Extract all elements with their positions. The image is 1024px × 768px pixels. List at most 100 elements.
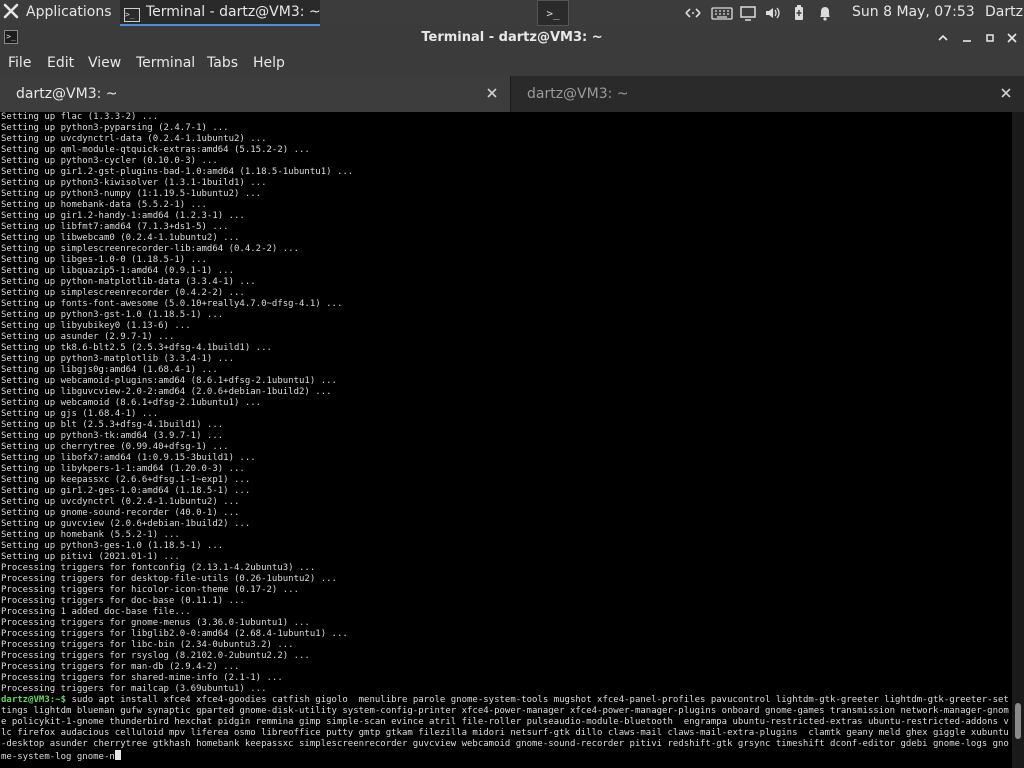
terminal-output-line: Processing triggers for man-db (2.9.4-2)… <box>1 662 240 672</box>
terminal-output-line: Setting up webcamoid-plugins:amd64 (8.6.… <box>1 376 337 386</box>
terminal-output-line: Setting up tk8.6-blt2.5 (2.5.3+dfsg-4.1b… <box>1 343 272 353</box>
terminal-output-line: Processing triggers for mailcap (3.69ubu… <box>1 684 267 694</box>
menu-edit[interactable]: Edit <box>47 50 74 76</box>
maximize-up-button[interactable] <box>934 29 952 47</box>
command-line[interactable]: dartz@VM3:~$ sudo apt install xfce4 xfce… <box>1 695 1011 763</box>
terminal-output-line: Setting up libgjs0g:amd64 (1.68.4-1) ... <box>1 365 218 375</box>
menu-terminal[interactable]: Terminal <box>136 50 195 76</box>
applications-menu-label: Applications <box>26 4 112 20</box>
maximize-icon <box>986 34 994 42</box>
terminal-output-line: Setting up python3-numpy (1:1.19.5-1ubun… <box>1 189 262 199</box>
terminal-launcher-icon: >_ <box>546 7 560 20</box>
tab-close-button[interactable] <box>1000 76 1012 112</box>
terminal-output-line: Setting up python3-kiwisolver (1.3.1-1bu… <box>1 178 267 188</box>
terminal-output-line: Setting up webcamoid (8.6.1+dfsg-2.1ubun… <box>1 398 262 408</box>
terminal-output-line: Setting up libquazip5-1:amd64 (0.9.1-1) … <box>1 266 234 276</box>
terminal-output-line: Setting up libges-1.0-0 (1.18.5-1) ... <box>1 255 207 265</box>
terminal-output-line: Setting up asunder (2.9.7-1) ... <box>1 332 175 342</box>
terminal-output-line: Processing triggers for libglib2.0-0:amd… <box>1 629 348 639</box>
taskbar-window-button[interactable]: >_ Terminal - dartz@VM3: ~ <box>120 0 321 26</box>
terminal-output-line: Processing triggers for libc-bin (2.34-0… <box>1 640 294 650</box>
command-text: sudo apt install xfce4 xfce4-goodies cat… <box>1 695 1009 762</box>
terminal-lines: Setting up flac (1.3.3-2) ... Setting up … <box>1 112 1011 763</box>
minimize-icon <box>963 40 971 42</box>
shell-prompt: dartz@VM3:~$ <box>1 695 67 705</box>
terminal-output-line: Setting up python3-cycler (0.10.0-3) ... <box>1 156 218 166</box>
terminal-output-line: Processing triggers for hicolor-icon-the… <box>1 585 300 595</box>
text-cursor <box>114 750 121 760</box>
terminal-output-line: Setting up python3-pyparsing (2.4.7-1) .… <box>1 123 229 133</box>
menu-help[interactable]: Help <box>253 50 285 76</box>
menu-view[interactable]: View <box>88 50 121 76</box>
terminal-output-line: Setting up libfmt7:amd64 (7.1.3+ds1-5) .… <box>1 222 229 232</box>
menu-tabs[interactable]: Tabs <box>207 50 238 76</box>
tab-close-button[interactable] <box>486 76 498 112</box>
terminal-output-line: Setting up homebank-data (5.5.2-1) ... <box>1 200 207 210</box>
output-lines: Setting up flac (1.3.3-2) ... Setting up … <box>1 112 1011 695</box>
user-menu[interactable]: Dartz <box>985 0 1023 26</box>
top-panel: Applications >_ Terminal - dartz@VM3: ~ >… <box>0 0 1024 26</box>
terminal-output-line: Setting up uvcdynctrl-data (0.2.4-1.1ubu… <box>1 134 267 144</box>
terminal-output-line: Setting up simplescreenrecorder (0.4.2-2… <box>1 288 245 298</box>
terminal-output-line: Setting up blt (2.5.3+dfsg-4.1build1) ..… <box>1 420 224 430</box>
window-title: Terminal - dartz@VM3: ~ <box>421 30 603 45</box>
terminal-icon: >_ <box>124 8 140 22</box>
tab-active[interactable]: dartz@VM3: ~ <box>0 76 511 112</box>
volume-icon[interactable] <box>764 4 782 22</box>
terminal-output-line: Setting up python3-ges-1.0 (1.18.5-1) ..… <box>1 541 224 551</box>
terminal-output-line: Setting up flac (1.3.3-2) ... <box>1 112 159 122</box>
clock[interactable]: Sun 8 May, 07:53 <box>852 0 975 26</box>
taskbar-window-label: Terminal - dartz@VM3: ~ <box>146 4 321 20</box>
close-window-button[interactable] <box>1003 29 1021 47</box>
display-icon[interactable] <box>739 4 757 22</box>
terminal-output-line: Setting up fonts-font-awesome (5.0.10+re… <box>1 299 343 309</box>
terminal-output-line: Setting up cherrytree (0.99.40+dfsg-1) .… <box>1 442 229 452</box>
terminal-output-line: Setting up qml-module-qtquick-extras:amd… <box>1 145 310 155</box>
terminal-output-line: Setting up gir1.2-handy-1:amd64 (1.2.3-1… <box>1 211 245 221</box>
terminal-output-line: Setting up gir1.2-gst-plugins-bad-1.0:am… <box>1 167 354 177</box>
terminal-output-line: Setting up gjs (1.68.4-1) ... <box>1 409 159 419</box>
notification-bell-icon[interactable] <box>816 4 834 22</box>
close-icon <box>1007 33 1017 43</box>
minimize-button[interactable] <box>958 29 976 47</box>
terminal-output-line: Processing triggers for shared-mime-info… <box>1 673 283 683</box>
chevron-up-icon <box>938 34 948 41</box>
terminal-output-line: Setting up python3-gst-1.0 (1.18.5-1) ..… <box>1 310 224 320</box>
menu-file[interactable]: File <box>8 50 31 76</box>
xfce-logo-icon <box>3 3 19 19</box>
terminal-scrollbar[interactable] <box>1012 112 1024 768</box>
scrollbar-thumb[interactable] <box>1015 703 1021 739</box>
terminal-output-line: Setting up python-matplotlib-data (3.3.4… <box>1 277 256 287</box>
terminal-output-line: Setting up libguvcview-2.0-2:amd64 (2.0.… <box>1 387 332 397</box>
close-icon <box>1001 88 1011 98</box>
terminal-output-line: Setting up keepassxc (2.6.6+dfsg.1-1~exp… <box>1 475 251 485</box>
terminal-output-line: Setting up simplescreenrecorder-lib:amd6… <box>1 244 300 254</box>
terminal-output-line: Processing triggers for fontconfig (2.13… <box>1 563 316 573</box>
terminal-output-line: Setting up python3-matplotlib (3.3.4-1) … <box>1 354 234 364</box>
terminal-output-line: Setting up gir1.2-ges-1.0:amd64 (1.18.5-… <box>1 486 251 496</box>
terminal-output-line: Setting up uvcdynctrl (0.2.4-1.1ubuntu2)… <box>1 497 240 507</box>
tab-bar: dartz@VM3: ~ dartz@VM3: ~ <box>0 76 1024 112</box>
battery-icon[interactable] <box>790 4 808 22</box>
close-icon <box>487 88 497 98</box>
tab-label: dartz@VM3: ~ <box>16 86 118 102</box>
terminal-output-line: Setting up guvcview (2.0.6+debian-1build… <box>1 519 251 529</box>
terminal-output-line: Processing triggers for rsyslog (8.2102.… <box>1 651 310 661</box>
terminal-output-line: Setting up gnome-sound-recorder (40.0-1)… <box>1 508 240 518</box>
terminal-output-line: Processing triggers for doc-base (0.11.1… <box>1 596 245 606</box>
maximize-button[interactable] <box>981 29 999 47</box>
terminal-output-line: Processing triggers for desktop-file-uti… <box>1 574 337 584</box>
terminal-output-line: Setting up libyubikey0 (1.13-6) ... <box>1 321 191 331</box>
applications-menu-button[interactable]: Applications <box>2 0 112 26</box>
window-titlebar[interactable]: >_ Terminal - dartz@VM3: ~ <box>0 26 1024 50</box>
terminal-output-line: Processing 1 added doc-base file... <box>1 607 191 617</box>
terminal-output-line: Processing triggers for gnome-menus (3.3… <box>1 618 310 628</box>
terminal-output-line: Setting up libofx7:amd64 (1:0.9.15-3buil… <box>1 453 256 463</box>
tab-label: dartz@VM3: ~ <box>527 86 629 102</box>
network-icon[interactable] <box>684 4 702 22</box>
tab-inactive[interactable]: dartz@VM3: ~ <box>511 76 1024 112</box>
terminal-launcher-button[interactable]: >_ <box>537 0 569 26</box>
keyboard-icon[interactable] <box>711 4 733 22</box>
terminal-output[interactable]: Setting up flac (1.3.3-2) ... Setting up … <box>0 112 1012 768</box>
terminal-output-line: Setting up python3-tk:amd64 (3.9.7-1) ..… <box>1 431 224 441</box>
